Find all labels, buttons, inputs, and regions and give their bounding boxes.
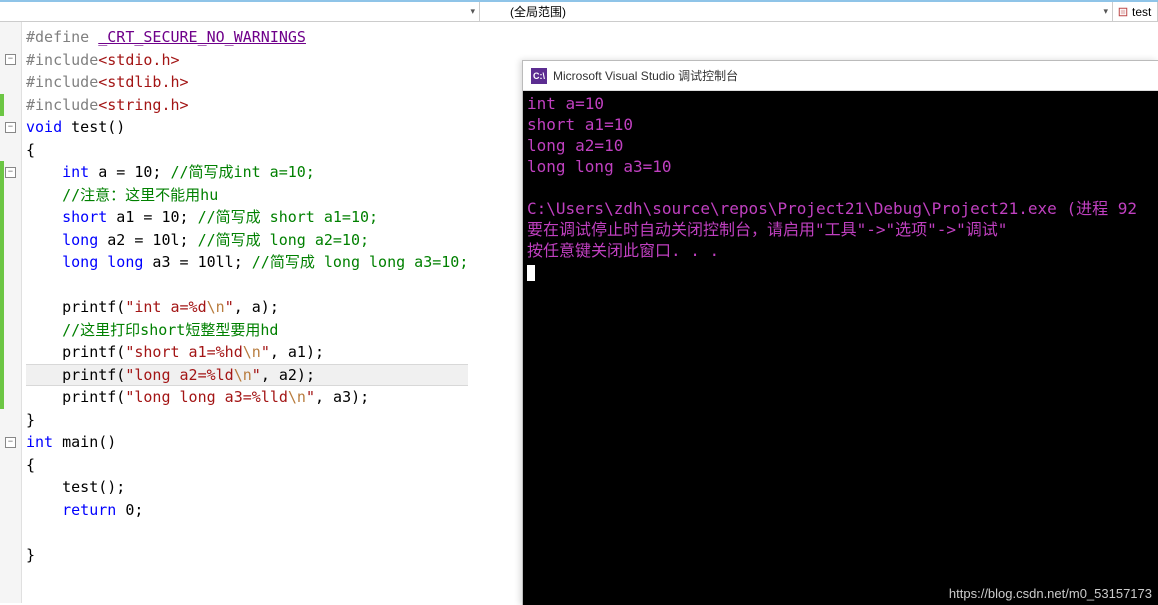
- gutter-line: [0, 409, 21, 432]
- console-output: int a=10short a1=10long a2=10long long a…: [523, 91, 1158, 284]
- gutter-line: [0, 296, 21, 319]
- change-bar: [0, 319, 4, 342]
- gutter-line: −: [0, 431, 21, 454]
- change-bar: [0, 161, 4, 184]
- code-line[interactable]: int main(): [26, 431, 468, 454]
- console-line: long a2=10: [527, 135, 1154, 156]
- gutter-line: [0, 386, 21, 409]
- change-bar: [0, 184, 4, 207]
- code-line[interactable]: {: [26, 454, 468, 477]
- code-line[interactable]: test();: [26, 476, 468, 499]
- gutter-line: [0, 454, 21, 477]
- gutter-line: [0, 319, 21, 342]
- change-bar: [0, 296, 4, 319]
- gutter-line: [0, 184, 21, 207]
- code-line[interactable]: printf("int a=%d\n", a);: [26, 296, 468, 319]
- scope-label: (全局范围): [510, 3, 566, 20]
- console-title: Microsoft Visual Studio 调试控制台: [553, 67, 738, 84]
- code-line[interactable]: [26, 521, 468, 544]
- gutter-line: [0, 71, 21, 94]
- code-content[interactable]: #define _CRT_SECURE_NO_WARNINGS#include<…: [22, 22, 468, 603]
- watermark: https://blog.csdn.net/m0_53157173: [949, 586, 1152, 601]
- gutter-line: [0, 341, 21, 364]
- code-line[interactable]: short a1 = 10; //简写成 short a1=10;: [26, 206, 468, 229]
- code-line[interactable]: {: [26, 139, 468, 162]
- console-line: 按任意键关闭此窗口. . .: [527, 240, 1154, 261]
- gutter-line: [0, 364, 21, 387]
- scope-combo-left[interactable]: ▾: [0, 2, 480, 21]
- gutter-line: [0, 476, 21, 499]
- gutter-line: −: [0, 116, 21, 139]
- gutter-line: [0, 521, 21, 544]
- gutter-line: [0, 94, 21, 117]
- code-line[interactable]: long long a3 = 10ll; //简写成 long long a3=…: [26, 251, 468, 274]
- console-titlebar[interactable]: C:\ Microsoft Visual Studio 调试控制台: [523, 61, 1158, 91]
- scope-combo-center[interactable]: (全局范围) ▾: [480, 2, 1113, 21]
- code-line[interactable]: #define _CRT_SECURE_NO_WARNINGS: [26, 26, 468, 49]
- change-bar: [0, 386, 4, 409]
- member-label: test: [1132, 5, 1151, 19]
- change-bar: [0, 206, 4, 229]
- fold-toggle[interactable]: −: [5, 122, 16, 133]
- code-line[interactable]: }: [26, 409, 468, 432]
- method-icon: [1117, 6, 1129, 18]
- code-line[interactable]: return 0;: [26, 499, 468, 522]
- gutter-line: [0, 229, 21, 252]
- gutter: − − − −: [0, 22, 22, 603]
- change-bar: [0, 251, 4, 274]
- console-line: short a1=10: [527, 114, 1154, 135]
- code-line[interactable]: //这里打印short短整型要用hd: [26, 319, 468, 342]
- chevron-down-icon: ▾: [470, 6, 475, 17]
- vs-console-icon: C:\: [531, 68, 547, 84]
- code-line[interactable]: #include<stdio.h>: [26, 49, 468, 72]
- gutter-line: −: [0, 161, 21, 184]
- code-line[interactable]: [26, 274, 468, 297]
- chevron-down-icon: ▾: [1103, 6, 1108, 17]
- code-line[interactable]: void test(): [26, 116, 468, 139]
- change-bar: [0, 364, 4, 387]
- console-line: [527, 177, 1154, 198]
- console-line: C:\Users\zdh\source\repos\Project21\Debu…: [527, 198, 1154, 219]
- gutter-line: −: [0, 49, 21, 72]
- scope-combo-right[interactable]: test: [1113, 2, 1158, 21]
- change-bar: [0, 341, 4, 364]
- code-line[interactable]: printf("long long a3=%lld\n", a3);: [26, 386, 468, 409]
- gutter-line: [0, 499, 21, 522]
- code-line[interactable]: long a2 = 10l; //简写成 long a2=10;: [26, 229, 468, 252]
- gutter-line: [0, 544, 21, 567]
- console-line: 要在调试停止时自动关闭控制台，请启用"工具"->"选项"->"调试": [527, 219, 1154, 240]
- fold-toggle[interactable]: −: [5, 54, 16, 65]
- code-line[interactable]: int a = 10; //简写成int a=10;: [26, 161, 468, 184]
- gutter-line: [0, 139, 21, 162]
- console-window: C:\ Microsoft Visual Studio 调试控制台 int a=…: [522, 60, 1158, 605]
- fold-toggle[interactable]: −: [5, 437, 16, 448]
- console-line: int a=10: [527, 93, 1154, 114]
- change-bar: [0, 229, 4, 252]
- code-line[interactable]: printf("short a1=%hd\n", a1);: [26, 341, 468, 364]
- fold-toggle[interactable]: −: [5, 167, 16, 178]
- change-bar: [0, 94, 4, 117]
- gutter-line: [0, 26, 21, 49]
- gutter-line: [0, 274, 21, 297]
- navigation-bar: ▾ (全局范围) ▾ test: [0, 0, 1158, 22]
- code-line[interactable]: //注意：这里不能用hu: [26, 184, 468, 207]
- gutter-line: [0, 206, 21, 229]
- code-line[interactable]: #include<string.h>: [26, 94, 468, 117]
- gutter-line: [0, 251, 21, 274]
- console-line: long long a3=10: [527, 156, 1154, 177]
- code-line[interactable]: #include<stdlib.h>: [26, 71, 468, 94]
- console-cursor: [527, 261, 1154, 282]
- code-line[interactable]: }: [26, 544, 468, 567]
- change-bar: [0, 274, 4, 297]
- code-line[interactable]: printf("long a2=%ld\n", a2);: [26, 364, 468, 387]
